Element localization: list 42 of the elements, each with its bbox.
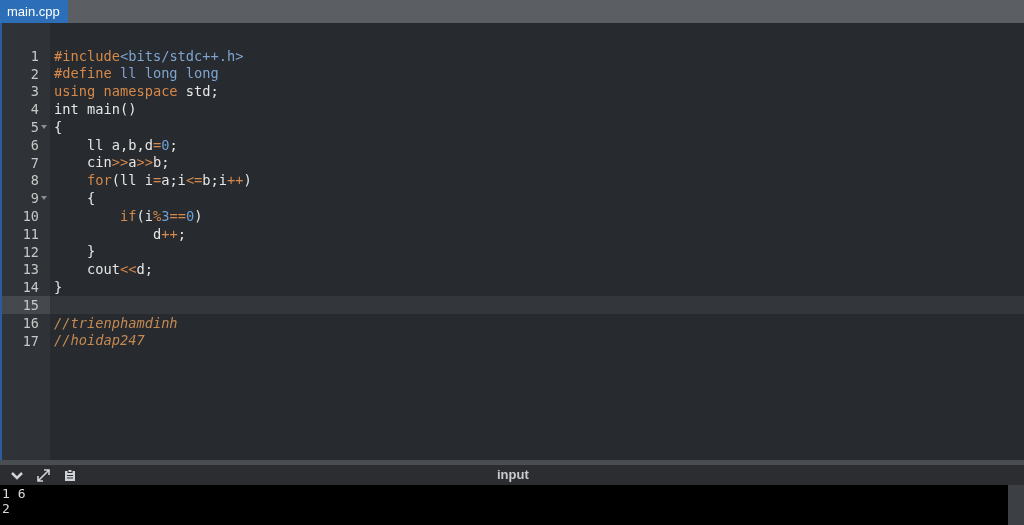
code-line: d++; (151, 224, 186, 244)
expand-icon[interactable] (37, 468, 50, 482)
code-line: ll a,b,d=0; (85, 135, 178, 155)
code-line: #define ll long long (54, 64, 219, 84)
line-number: 8 (30, 171, 39, 191)
line-number: 6 (30, 135, 39, 155)
code-line: { (54, 117, 63, 137)
code-line: //trienphamdinh (54, 313, 178, 333)
line-number: 4 (30, 100, 39, 120)
line-number: 5 (30, 117, 39, 137)
code-line: #include<bits/stdc++.h> (54, 46, 244, 66)
line-number: 12 (22, 242, 39, 262)
line-number: 17 (22, 331, 39, 351)
code-line: } (85, 242, 96, 262)
code-line: for(ll i=a;i<=b;i++) (85, 171, 252, 191)
line-number: 3 (30, 82, 39, 102)
line-number: 13 (22, 260, 39, 280)
code-line: //hoidap247 (54, 331, 145, 351)
code-line: if(i%3==0) (118, 206, 203, 226)
line-number: 10 (22, 206, 39, 226)
line-number: 15 (22, 295, 39, 315)
code-line: cin>>a>>b; (85, 153, 170, 173)
fold-arrow-icon[interactable] (41, 124, 47, 131)
clipboard-icon[interactable] (64, 468, 76, 482)
line-number: 1 (30, 46, 39, 66)
line-number: 11 (22, 224, 39, 244)
chevron-down-icon[interactable] (11, 470, 23, 480)
code-line: cout<<d; (85, 260, 153, 280)
fold-arrow-icon[interactable] (41, 195, 47, 202)
code-line: int main() (54, 100, 137, 119)
code-line: using namespace std; (54, 82, 219, 102)
line-number: 7 (30, 153, 39, 173)
code-line: } (54, 278, 63, 297)
code-line: { (85, 189, 96, 208)
panel-title: input (497, 466, 529, 485)
line-number: 16 (22, 313, 39, 333)
line-number: 2 (30, 64, 39, 84)
line-number: 14 (22, 278, 39, 298)
output-area: 1 6 2 (0, 485, 1008, 525)
scrollbar-track[interactable] (1008, 485, 1024, 525)
line-number: 9 (30, 189, 39, 209)
file-tab[interactable]: main.cpp (0, 0, 68, 23)
